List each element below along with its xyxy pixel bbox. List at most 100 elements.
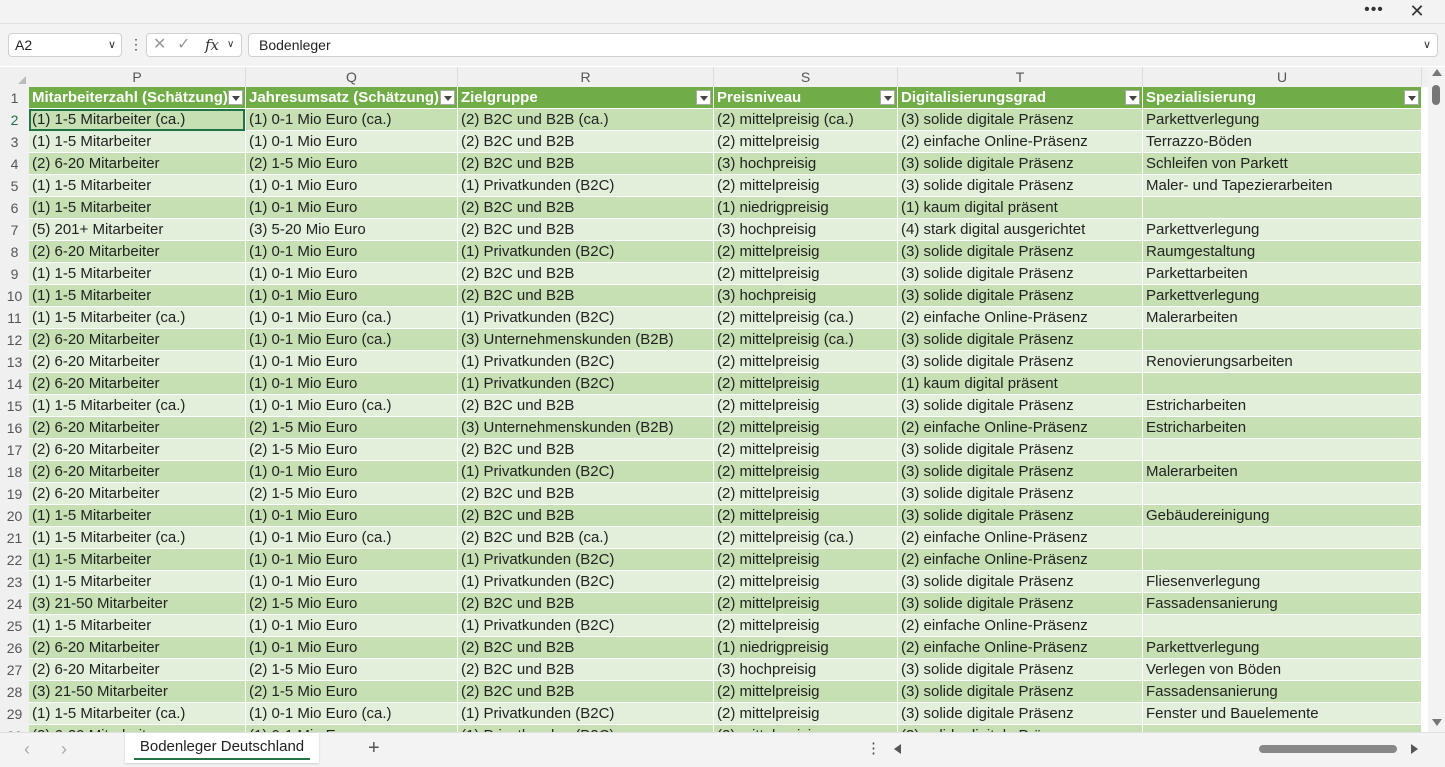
table-cell[interactable]: (2) mittelpreisig (ca.) <box>714 329 898 351</box>
table-cell[interactable]: (1) 0-1 Mio Euro <box>246 285 458 307</box>
table-cell[interactable]: (1) 1-5 Mitarbeiter <box>29 285 246 307</box>
row-number[interactable]: 30 <box>0 725 29 732</box>
table-cell[interactable]: (1) 0-1 Mio Euro <box>246 571 458 593</box>
row-number[interactable]: 6 <box>0 197 29 219</box>
table-cell[interactable]: (3) solide digitale Präsenz <box>898 285 1143 307</box>
row-number[interactable]: 21 <box>0 527 29 549</box>
table-cell[interactable]: (2) B2C und B2B <box>458 197 714 219</box>
table-cell[interactable]: (1) 1-5 Mitarbeiter <box>29 615 246 637</box>
add-sheet-icon[interactable]: + <box>368 733 380 763</box>
table-cell[interactable]: (1) niedrigpreisig <box>714 637 898 659</box>
table-cell[interactable]: (1) 1-5 Mitarbeiter (ca.) <box>29 703 246 725</box>
row-number[interactable]: 29 <box>0 703 29 725</box>
table-cell[interactable]: Verlegen von Böden <box>1143 659 1422 681</box>
table-cell[interactable]: (2) 1-5 Mio Euro <box>246 483 458 505</box>
row-number[interactable]: 12 <box>0 329 29 351</box>
table-cell[interactable]: (3) solide digitale Präsenz <box>898 395 1143 417</box>
table-cell[interactable]: (1) Privatkunden (B2C) <box>458 241 714 263</box>
table-cell[interactable]: (2) B2C und B2B <box>458 131 714 153</box>
table-cell[interactable]: (3) hochpreisig <box>714 219 898 241</box>
table-cell[interactable]: (2) B2C und B2B <box>458 681 714 703</box>
header-cell[interactable]: Jahresumsatz (Schätzung) <box>246 87 458 109</box>
table-cell[interactable]: (1) Privatkunden (B2C) <box>458 307 714 329</box>
table-cell[interactable]: (2) 1-5 Mio Euro <box>246 681 458 703</box>
table-cell[interactable]: (2) 6-20 Mitarbeiter <box>29 241 246 263</box>
spreadsheet-grid[interactable]: P Q R S T U 1 Mitarbeiterzahl (Schätzung… <box>0 67 1445 732</box>
table-cell[interactable]: (2) mittelpreisig <box>714 439 898 461</box>
table-cell[interactable]: (1) kaum digital präsent <box>898 373 1143 395</box>
table-cell[interactable]: (2) 1-5 Mio Euro <box>246 439 458 461</box>
table-cell[interactable] <box>1143 483 1422 505</box>
table-cell[interactable]: (2) B2C und B2B <box>458 637 714 659</box>
check-icon[interactable]: ✓ <box>177 34 190 56</box>
row-number[interactable]: 9 <box>0 263 29 285</box>
row-number[interactable]: 11 <box>0 307 29 329</box>
table-cell[interactable]: (3) solide digitale Präsenz <box>898 461 1143 483</box>
formula-input[interactable]: Bodenleger ∨ <box>248 33 1438 57</box>
table-cell[interactable]: (3) hochpreisig <box>714 153 898 175</box>
table-cell[interactable]: (2) 6-20 Mitarbeiter <box>29 329 246 351</box>
table-cell[interactable]: (1) kaum digital präsent <box>898 197 1143 219</box>
table-cell[interactable] <box>1143 373 1422 395</box>
table-cell[interactable]: (2) 6-20 Mitarbeiter <box>29 439 246 461</box>
filter-dropdown-icon[interactable] <box>228 90 243 105</box>
table-cell[interactable]: (1) Privatkunden (B2C) <box>458 703 714 725</box>
table-cell[interactable]: (2) mittelpreisig <box>714 549 898 571</box>
table-cell[interactable]: (3) solide digitale Präsenz <box>898 439 1143 461</box>
table-cell[interactable]: (2) B2C und B2B <box>458 659 714 681</box>
chevron-down-icon[interactable]: ∨ <box>227 34 234 56</box>
cancel-icon[interactable]: ✕ <box>153 34 166 56</box>
table-cell[interactable]: (2) mittelpreisig <box>714 417 898 439</box>
row-number[interactable]: 27 <box>0 659 29 681</box>
table-cell[interactable]: (3) Unternehmenskunden (B2B) <box>458 329 714 351</box>
table-cell[interactable]: (2) 6-20 Mitarbeiter <box>29 461 246 483</box>
row-number[interactable]: 15 <box>0 395 29 417</box>
column-header-u[interactable]: U <box>1143 67 1422 87</box>
table-cell[interactable]: (1) niedrigpreisig <box>714 197 898 219</box>
table-cell[interactable]: (1) 0-1 Mio Euro <box>246 505 458 527</box>
header-cell[interactable]: Preisniveau <box>714 87 898 109</box>
table-cell[interactable]: (4) stark digital ausgerichtet <box>898 219 1143 241</box>
row-number[interactable]: 24 <box>0 593 29 615</box>
row-number[interactable]: 23 <box>0 571 29 593</box>
table-cell[interactable]: (2) mittelpreisig <box>714 571 898 593</box>
close-icon[interactable]: ✕ <box>1405 0 1429 22</box>
table-cell[interactable]: (2) B2C und B2B <box>458 483 714 505</box>
table-cell[interactable]: (2) B2C und B2B <box>458 395 714 417</box>
table-cell[interactable]: (2) mittelpreisig <box>714 461 898 483</box>
header-cell[interactable]: Zielgruppe <box>458 87 714 109</box>
row-number[interactable]: 1 <box>0 87 29 109</box>
table-cell[interactable]: (1) Privatkunden (B2C) <box>458 549 714 571</box>
row-number[interactable]: 19 <box>0 483 29 505</box>
table-cell[interactable]: (1) 1-5 Mitarbeiter <box>29 505 246 527</box>
table-cell[interactable]: (2) 1-5 Mio Euro <box>246 659 458 681</box>
table-cell[interactable]: Renovierungsarbeiten <box>1143 351 1422 373</box>
table-cell[interactable]: (3) solide digitale Präsenz <box>898 681 1143 703</box>
table-cell[interactable]: (2) einfache Online-Präsenz <box>898 417 1143 439</box>
table-cell[interactable]: (3) solide digitale Präsenz <box>898 703 1143 725</box>
table-cell[interactable]: (1) 0-1 Mio Euro <box>246 241 458 263</box>
table-cell[interactable]: (1) 1-5 Mitarbeiter (ca.) <box>29 109 246 131</box>
table-cell[interactable]: (2) 6-20 Mitarbeiter <box>29 373 246 395</box>
table-cell[interactable]: (1) 1-5 Mitarbeiter (ca.) <box>29 307 246 329</box>
table-cell[interactable]: (1) 0-1 Mio Euro <box>246 615 458 637</box>
table-cell[interactable]: (1) 0-1 Mio Euro <box>246 263 458 285</box>
table-cell[interactable]: Fliesenverlegung <box>1143 571 1422 593</box>
table-cell[interactable]: Estricharbeiten <box>1143 395 1422 417</box>
scroll-right-icon[interactable] <box>1411 744 1418 754</box>
table-cell[interactable]: (1) 0-1 Mio Euro <box>246 461 458 483</box>
table-cell[interactable]: (2) mittelpreisig <box>714 725 898 732</box>
table-cell[interactable]: (2) 6-20 Mitarbeiter <box>29 153 246 175</box>
row-number[interactable]: 25 <box>0 615 29 637</box>
table-cell[interactable]: (3) solide digitale Präsenz <box>898 725 1143 732</box>
column-header-q[interactable]: Q <box>246 67 458 87</box>
table-cell[interactable]: Parkettarbeiten <box>1143 263 1422 285</box>
table-cell[interactable]: (2) B2C und B2B (ca.) <box>458 109 714 131</box>
table-cell[interactable]: (1) Privatkunden (B2C) <box>458 725 714 732</box>
table-cell[interactable]: Parkettverlegung <box>1143 637 1422 659</box>
table-cell[interactable]: (1) Privatkunden (B2C) <box>458 351 714 373</box>
scroll-thumb[interactable] <box>1432 85 1440 105</box>
vertical-scrollbar[interactable] <box>1428 67 1445 732</box>
header-cell[interactable]: Mitarbeiterzahl (Schätzung) <box>29 87 246 109</box>
table-cell[interactable]: Parkettverlegung <box>1143 219 1422 241</box>
